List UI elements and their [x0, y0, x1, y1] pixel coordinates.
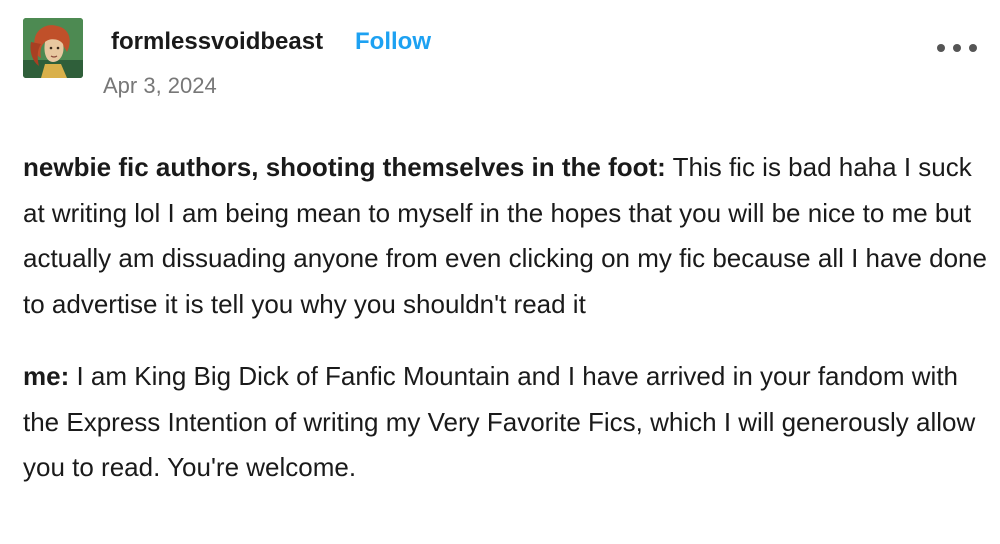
avatar[interactable]: [23, 18, 83, 78]
paragraph-text: I am King Big Dick of Fanfic Mountain an…: [23, 361, 976, 482]
more-dot-icon: [953, 44, 961, 52]
speaker-label: newbie fic authors, shooting themselves …: [23, 152, 666, 182]
avatar-portrait-icon: [23, 18, 83, 78]
post-card: formlessvoidbeast Follow Apr 3, 2024 new…: [0, 0, 1000, 544]
post-date: Apr 3, 2024: [103, 73, 217, 98]
more-dot-icon: [969, 44, 977, 52]
speaker-label: me:: [23, 361, 70, 391]
blog-name-link[interactable]: formlessvoidbeast: [111, 28, 323, 56]
more-dot-icon: [937, 44, 945, 52]
follow-button[interactable]: Follow: [355, 28, 431, 56]
more-options-button[interactable]: [937, 38, 977, 58]
post-body: newbie fic authors, shooting themselves …: [23, 145, 988, 491]
post-paragraph: newbie fic authors, shooting themselves …: [23, 145, 988, 327]
post-paragraph: me: I am King Big Dick of Fanfic Mountai…: [23, 354, 988, 491]
